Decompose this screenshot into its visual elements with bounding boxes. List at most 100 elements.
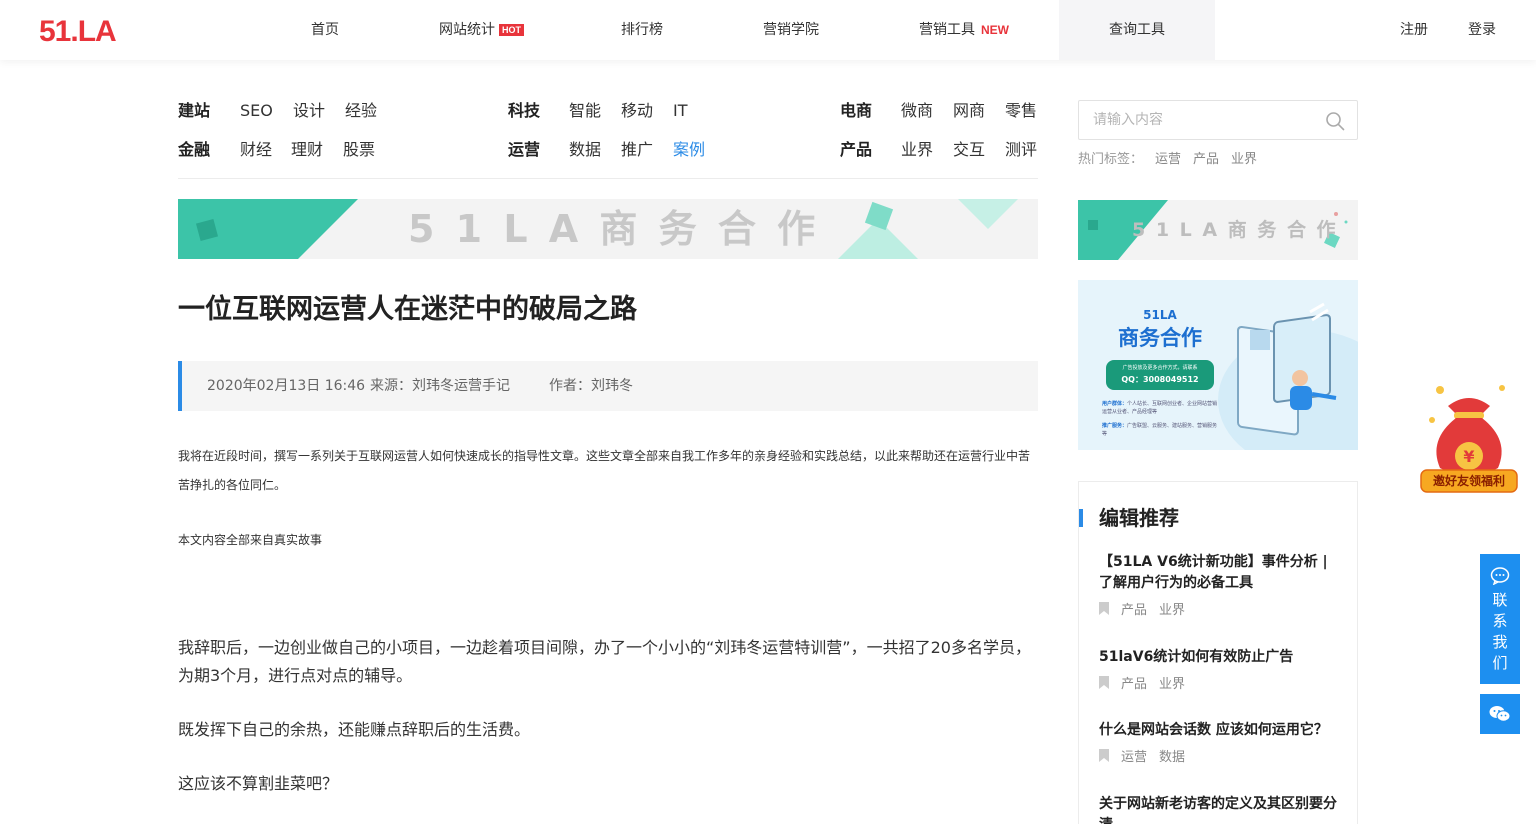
nav-marketing-tools[interactable]: 营销工具 NEW (919, 0, 1009, 60)
promo-pill-text: 广告投放及更多合作方式，请联系 (1122, 365, 1198, 371)
category-sub-active[interactable]: 案例 (673, 139, 705, 161)
promo-qq: QQ：3008049512 (1121, 375, 1199, 384)
promo-audience: 用户群体：个人站长、互联网创业者、企业网站营销运营从业者、产品经理等 (1102, 400, 1220, 416)
bookmark-icon (1099, 749, 1109, 762)
nav-query-tools-label: 查询工具 (1109, 22, 1165, 38)
search-input[interactable] (1093, 101, 1313, 139)
category-row-2: 金融 财经 理财 股票 运营 数据 推广 案例 产品 业界 交互 测评 (0, 139, 1040, 161)
recommend-tag[interactable]: 数据 (1159, 750, 1185, 765)
hot-tag[interactable]: 运营 (1155, 152, 1181, 167)
recommend-item-title[interactable]: 什么是网站会话数 应该如何运用它？ (1099, 720, 1343, 741)
invite-gift-widget[interactable]: ¥ 邀好友领福利 (1418, 380, 1520, 496)
promo-title: 商务合作 (1118, 326, 1202, 350)
invite-gift-label: 邀好友领福利 (1432, 474, 1505, 488)
promo-banner[interactable]: 51LA 商务合作 广告投放及更多合作方式，请联系 QQ：3008049512 … (1078, 280, 1358, 450)
recommend-tag[interactable]: 产品 (1121, 677, 1147, 692)
recommend-item-title[interactable]: 51laV6统计如何有效防止广告 (1099, 647, 1343, 668)
search-box (1078, 100, 1358, 140)
category-sub[interactable]: 数据 (569, 139, 601, 161)
article-title: 一位互联网运营人在迷茫中的破局之路 (178, 294, 637, 325)
side-banner[interactable]: 5 1 L A 商 务 合 作 (1078, 200, 1358, 260)
category-sub[interactable]: 业界 (901, 139, 933, 161)
recommend-item-title[interactable]: 【51LA V6统计新功能】事件分析 | 了解用户行为的必备工具 (1099, 552, 1343, 594)
contact-char: 系 (1492, 612, 1508, 630)
category-head[interactable]: 运营 (508, 139, 540, 161)
recommend-item-title[interactable]: 关于网站新老访客的定义及其区别要分清 (1099, 794, 1343, 824)
logo-text: 51.LA (39, 16, 116, 44)
category-sub[interactable]: 推广 (621, 139, 653, 161)
recommend-item-tags: 产品 业界 (1099, 676, 1185, 694)
bookmark-icon (1099, 676, 1109, 689)
recommend-tag[interactable]: 运营 (1121, 750, 1147, 765)
logo-51la[interactable]: 51.LA (39, 16, 119, 44)
nav-site-stats[interactable]: 网站统计 HOT (439, 0, 524, 60)
category-sub[interactable]: 移动 (621, 100, 653, 122)
nav-marketing-tools-label: 营销工具 (919, 22, 975, 38)
new-badge: NEW (981, 23, 1009, 37)
hot-tag[interactable]: 业界 (1231, 152, 1257, 167)
category-sub[interactable]: 股票 (343, 139, 375, 161)
category-row-1: 建站 SEO 设计 经验 科技 智能 移动 IT 电商 微商 网商 零售 (0, 100, 1040, 122)
category-sub[interactable]: 零售 (1005, 100, 1037, 122)
recommend-tag[interactable]: 产品 (1121, 603, 1147, 618)
nav-ranking-label: 排行榜 (621, 22, 663, 38)
article-date: 2020年02月13日 16:46 (207, 378, 366, 394)
recommend-tag[interactable]: 业界 (1159, 677, 1185, 692)
hot-badge: HOT (499, 24, 524, 36)
category-divider (178, 178, 1038, 179)
contact-us-label: 联 系 我 们 (1480, 590, 1520, 674)
nav-marketing-academy[interactable]: 营销学院 (763, 0, 819, 60)
article-paragraph: 这应该不算割韭菜吧？ (178, 774, 339, 793)
recommend-accent-bar (1079, 509, 1083, 527)
category-sub[interactable]: 经验 (345, 100, 377, 122)
article-author: 作者：刘玮冬 (549, 378, 633, 394)
category-head[interactable]: 建站 (178, 100, 210, 122)
category-head[interactable]: 科技 (508, 100, 540, 122)
category-head[interactable]: 金融 (178, 139, 210, 161)
promo-brand: 51LA (1143, 308, 1177, 322)
search-icon[interactable] (1325, 111, 1345, 131)
contact-char: 联 (1492, 591, 1508, 609)
article-paragraph: 既发挥下自己的余热，还能赚点辞职后的生活费。 (178, 720, 531, 739)
category-sub[interactable]: 测评 (1005, 139, 1037, 161)
recommend-tag[interactable]: 业界 (1159, 603, 1185, 618)
category-sub[interactable]: 网商 (953, 100, 985, 122)
category-head[interactable]: 电商 (840, 100, 872, 122)
login-link[interactable]: 登录 (1468, 0, 1496, 60)
contact-char: 我 (1492, 633, 1508, 651)
nav-site-stats-label: 网站统计 (439, 22, 495, 38)
category-sub[interactable]: SEO (240, 100, 273, 122)
main-banner[interactable]: 5 1 L A 商 务 合 作 (178, 199, 1038, 259)
category-sub[interactable]: 交互 (953, 139, 985, 161)
top-header: 51.LA 首页 网站统计 HOT 排行榜 营销学院 营销工具 NEW 查询工具 注… (0, 0, 1536, 60)
nav-home-label: 首页 (311, 22, 339, 38)
nav-home[interactable]: 首页 (311, 0, 339, 60)
category-sub[interactable]: 设计 (293, 100, 325, 122)
hot-tags-label: 热门标签： (1078, 152, 1144, 167)
contact-us-button[interactable]: 联 系 我 们 (1480, 554, 1520, 684)
nav-marketing-academy-label: 营销学院 (763, 22, 819, 38)
category-sub[interactable]: 微商 (901, 100, 933, 122)
nav-ranking[interactable]: 排行榜 (621, 0, 663, 60)
bookmark-icon (1099, 602, 1109, 615)
side-banner-text: 5 1 L A 商 务 合 作 (1132, 219, 1338, 241)
wechat-button[interactable] (1480, 694, 1520, 734)
category-sub[interactable]: 财经 (240, 139, 272, 161)
recommend-title: 编辑推荐 (1099, 506, 1179, 530)
editor-recommend-panel: 编辑推荐 【51LA V6统计新功能】事件分析 | 了解用户行为的必备工具 产品… (1078, 481, 1358, 824)
category-sub[interactable]: 智能 (569, 100, 601, 122)
category-sub[interactable]: 理财 (291, 139, 323, 161)
hot-tag[interactable]: 产品 (1193, 152, 1219, 167)
svg-text:¥: ¥ (1463, 447, 1474, 466)
recommend-item-tags: 运营 数据 (1099, 749, 1185, 767)
article-note: 本文内容全部来自真实故事 (178, 533, 323, 547)
category-head[interactable]: 产品 (840, 139, 872, 161)
chat-bubble-icon (1490, 567, 1510, 585)
article-meta: 2020年02月13日 16:46 来源：刘玮冬运营手记 作者：刘玮冬 (178, 361, 1038, 411)
article-source: 来源：刘玮冬运营手记 (370, 378, 510, 394)
promo-audience-label: 用户群体： (1102, 401, 1128, 407)
register-link[interactable]: 注册 (1400, 0, 1428, 60)
nav-query-tools[interactable]: 查询工具 (1059, 0, 1215, 60)
category-sub[interactable]: IT (673, 100, 688, 122)
contact-char: 们 (1492, 654, 1508, 672)
